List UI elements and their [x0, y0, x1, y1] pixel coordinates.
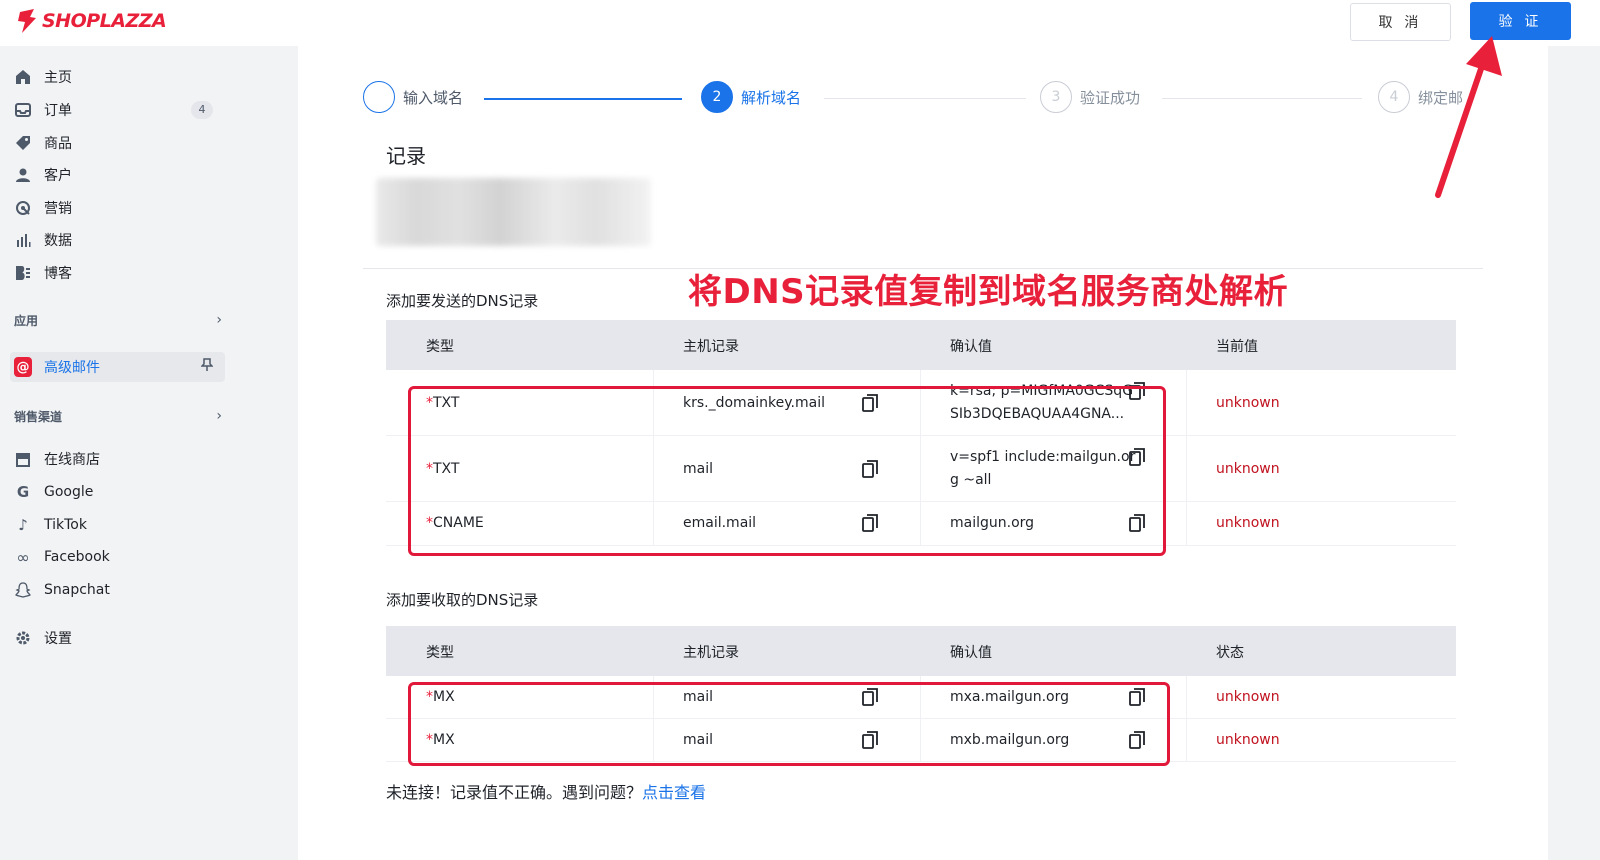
current-value: unknown [1216, 515, 1280, 531]
column-header: 确认值 [950, 339, 992, 355]
sidebar-item-google[interactable]: G Google [10, 477, 225, 507]
step-enter-domain: 输入域名 [363, 81, 463, 113]
shoplazza-logo-icon [18, 9, 36, 33]
sidebar-item-tiktok[interactable]: ♪ TikTok [10, 510, 225, 540]
marketing-icon [14, 199, 32, 217]
receive-records-title: 添加要收取的DNS记录 [386, 591, 539, 609]
top-bar: SHOPLAZZA 取 消 验 证 [0, 0, 1600, 46]
highlight-box [408, 682, 1170, 766]
orders-count-badge: 4 [191, 101, 213, 119]
sidebar-item-label: 设置 [44, 631, 72, 647]
sidebar: 主页 订单 4 商品 客户 营销 数据 博客 应用 › @ 高级邮件 销售渠道 … [0, 46, 238, 860]
column-header: 当前值 [1216, 339, 1258, 355]
sidebar-item-analytics[interactable]: 数据 [10, 225, 225, 255]
column-header: 类型 [426, 339, 454, 355]
sidebar-item-advanced-email[interactable]: @ 高级邮件 [10, 352, 225, 382]
record-status: unknown [1216, 689, 1280, 705]
google-icon: G [16, 483, 30, 501]
page-title: 记录 [386, 144, 426, 168]
sidebar-item-marketing[interactable]: 营销 [10, 193, 225, 223]
sidebar-item-label: 高级邮件 [44, 360, 100, 376]
sidebar-item-facebook[interactable]: ∞ Facebook [10, 542, 225, 572]
sidebar-item-label: 数据 [44, 233, 72, 249]
sidebar-item-snapchat[interactable]: Snapchat [10, 575, 225, 605]
brand-name: SHOPLAZZA [42, 10, 167, 32]
store-icon [14, 450, 32, 468]
step-label: 输入域名 [403, 88, 464, 107]
shoplazza-logo[interactable]: SHOPLAZZA [16, 6, 167, 36]
column-header: 类型 [426, 645, 454, 661]
sidebar-item-label: Facebook [44, 549, 110, 565]
step-connector [1162, 98, 1362, 99]
sidebar-item-label: 主页 [44, 70, 72, 86]
snapchat-icon [14, 581, 32, 599]
apps-section-header[interactable]: 应用 › [14, 308, 224, 332]
sidebar-item-customers[interactable]: 客户 [10, 160, 225, 190]
step-label: 验证成功 [1080, 88, 1141, 107]
table-header: 类型 主机记录 确认值 当前值 [386, 320, 1456, 370]
email-app-icon: @ [14, 357, 32, 377]
step-circle: 2 [701, 81, 733, 113]
column-header: 主机记录 [683, 339, 739, 355]
sidebar-item-products[interactable]: 商品 [10, 128, 225, 158]
instruction-annotation: 将DNS记录值复制到域名服务商处解析 [688, 272, 1289, 312]
right-gutter [1548, 46, 1600, 860]
user-icon [14, 166, 32, 184]
bar-chart-icon [14, 231, 32, 249]
sidebar-item-label: Google [44, 484, 94, 500]
chevron-right-icon: › [216, 312, 222, 328]
tag-icon [14, 134, 32, 152]
current-value: unknown [1216, 395, 1280, 411]
connection-status-message: 未连接！记录值不正确。遇到问题？点击查看 [386, 783, 707, 802]
blurred-domain-info [376, 178, 651, 246]
home-icon [14, 68, 32, 86]
step-connector-done [484, 98, 682, 100]
sales-channels-section-header[interactable]: 销售渠道 › [14, 404, 224, 428]
step-verify-success: 3 验证成功 [1040, 81, 1140, 113]
inbox-icon [14, 101, 32, 119]
sidebar-item-label: 营销 [44, 201, 72, 217]
column-header: 确认值 [950, 645, 992, 661]
column-header: 状态 [1216, 645, 1244, 661]
send-records-title: 添加要发送的DNS记录 [386, 292, 539, 310]
step-resolve-domain: 2 解析域名 [701, 81, 801, 113]
sidebar-item-label: 在线商店 [44, 452, 100, 468]
chevron-right-icon: › [216, 408, 222, 424]
pin-icon[interactable] [200, 358, 214, 376]
sidebar-item-blog[interactable]: 博客 [10, 258, 225, 288]
table-header: 类型 主机记录 确认值 状态 [386, 626, 1456, 676]
step-connector [824, 98, 1026, 99]
highlight-box [408, 386, 1166, 556]
gear-icon [14, 629, 32, 647]
view-help-link[interactable]: 点击查看 [642, 783, 706, 802]
meta-icon: ∞ [16, 547, 30, 567]
sidebar-item-label: 商品 [44, 136, 72, 152]
column-header: 主机记录 [683, 645, 739, 661]
sidebar-item-label: Snapchat [44, 582, 110, 598]
sidebar-item-label: TikTok [44, 517, 87, 533]
arrow-annotation-icon [1435, 36, 1502, 198]
sidebar-item-label: 博客 [44, 266, 72, 282]
step-circle: 3 [1040, 81, 1072, 113]
main-panel: 输入域名 2 解析域名 3 验证成功 4 绑定邮 记录 将DNS记录值复制到域名… [298, 46, 1548, 860]
sidebar-item-online-store[interactable]: 在线商店 [10, 444, 225, 474]
step-label: 解析域名 [741, 88, 802, 107]
blog-icon [14, 264, 32, 282]
current-value: unknown [1216, 461, 1280, 477]
sidebar-item-label: 客户 [44, 168, 72, 184]
tiktok-icon: ♪ [18, 516, 28, 534]
sidebar-item-home[interactable]: 主页 [10, 62, 225, 92]
record-status: unknown [1216, 732, 1280, 748]
sidebar-item-orders[interactable]: 订单 4 [10, 95, 225, 125]
step-circle: 4 [1378, 81, 1410, 113]
sidebar-item-settings[interactable]: 设置 [10, 623, 225, 653]
sidebar-item-label: 订单 [44, 103, 72, 119]
step-circle [363, 81, 395, 113]
